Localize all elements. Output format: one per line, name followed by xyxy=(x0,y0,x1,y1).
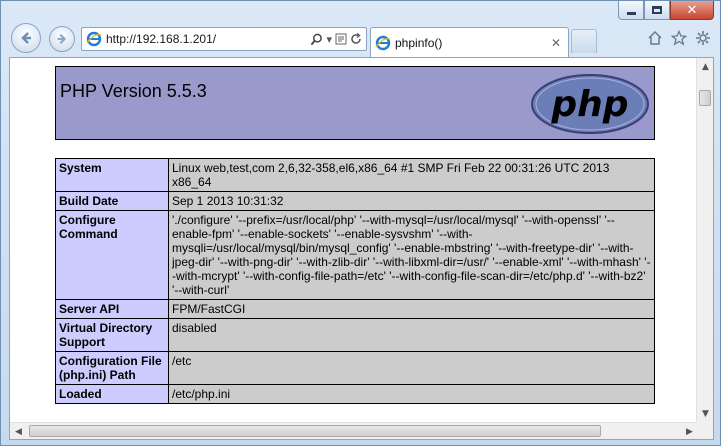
row-value: disabled xyxy=(168,318,655,352)
refresh-icon[interactable] xyxy=(350,33,362,45)
vertical-scrollbar[interactable]: ▲ ▼ xyxy=(696,58,713,422)
ie-tab-icon xyxy=(375,35,391,50)
table-row: Virtual Directory Support disabled xyxy=(55,318,655,352)
row-label: Loaded xyxy=(55,384,169,404)
table-row: Configure Command './configure' '--prefix… xyxy=(55,210,655,300)
row-value: './configure' '--prefix=/usr/local/php' … xyxy=(168,210,655,300)
address-url[interactable]: http://192.168.1.201/ xyxy=(106,32,310,46)
dropdown-arrow-icon[interactable]: ▾ xyxy=(326,34,332,45)
compatibility-view-icon[interactable] xyxy=(335,33,347,45)
table-row: Server API FPM/FastCGI xyxy=(55,299,655,319)
row-label: Configure Command xyxy=(55,210,169,300)
page-title: PHP Version 5.5.3 xyxy=(60,81,207,101)
window-caption-buttons: ✕ xyxy=(618,1,714,20)
back-arrow-icon xyxy=(21,32,31,44)
back-button[interactable] xyxy=(11,23,41,53)
row-value: /etc/php.ini xyxy=(168,384,655,404)
home-button[interactable] xyxy=(646,29,664,47)
row-label: System xyxy=(55,158,169,192)
star-icon xyxy=(671,30,687,46)
minimize-icon xyxy=(626,11,636,15)
vertical-scroll-thumb[interactable] xyxy=(699,90,711,106)
browser-toolbar-right xyxy=(646,29,712,47)
table-row: Build Date Sep 1 2013 10:31:32 xyxy=(55,191,655,211)
row-label: Server API xyxy=(55,299,169,319)
scroll-up-arrow[interactable]: ▲ xyxy=(697,58,713,75)
table-row: Loaded/etc/php.ini xyxy=(55,384,655,404)
scroll-left-arrow[interactable]: ◀ xyxy=(10,423,27,439)
gear-icon xyxy=(696,31,710,45)
phpinfo-page: PHP Version 5.5.3 php System Linux web,te… xyxy=(10,58,698,422)
row-label: Build Date xyxy=(55,191,169,211)
php-version-header: PHP Version 5.5.3 php xyxy=(55,66,655,140)
scroll-down-arrow[interactable]: ▼ xyxy=(697,405,713,422)
row-value: Linux web,test,com 2,6,32-358,el6,x86_64… xyxy=(168,158,655,192)
favorites-button[interactable] xyxy=(670,29,688,47)
maximize-icon xyxy=(652,6,662,14)
horizontal-scroll-thumb[interactable] xyxy=(29,425,601,437)
table-row: Configuration File (php.ini) Path/etc xyxy=(55,351,655,385)
scrollbar-corner xyxy=(696,422,713,439)
home-icon xyxy=(648,30,662,45)
php-logo: php xyxy=(531,74,649,134)
row-value: /etc xyxy=(168,351,655,385)
browser-window: ✕ http://192.168.1.201/ ▾ phpinfo() ✕ PH… xyxy=(0,0,721,446)
maximize-button[interactable] xyxy=(644,1,670,20)
table-row: System Linux web,test,com 2,6,32-358,el6,… xyxy=(55,158,655,192)
address-tools: ▾ xyxy=(310,33,366,46)
tools-button[interactable] xyxy=(694,29,712,47)
tab-title: phpinfo() xyxy=(395,35,443,50)
tab-close-icon[interactable]: ✕ xyxy=(548,36,564,50)
forward-arrow-icon xyxy=(57,33,67,45)
navigation-bar: http://192.168.1.201/ ▾ phpinfo() ✕ xyxy=(9,21,714,57)
close-icon: ✕ xyxy=(686,2,698,18)
row-value: FPM/FastCGI xyxy=(168,299,655,319)
tab-phpinfo[interactable]: phpinfo() ✕ xyxy=(370,27,569,57)
svg-text:php: php xyxy=(550,84,628,125)
row-value: Sep 1 2013 10:31:32 xyxy=(168,191,655,211)
forward-button[interactable] xyxy=(49,26,75,52)
search-icon[interactable] xyxy=(310,33,323,46)
horizontal-scrollbar[interactable]: ◀ ▶ xyxy=(10,422,698,439)
row-label: Configuration File (php.ini) Path xyxy=(55,351,169,385)
address-bar[interactable]: http://192.168.1.201/ ▾ xyxy=(81,27,367,51)
new-tab-button[interactable] xyxy=(571,29,597,53)
close-window-button[interactable]: ✕ xyxy=(670,1,714,20)
row-label: Virtual Directory Support xyxy=(55,318,169,352)
page-viewport: PHP Version 5.5.3 php System Linux web,te… xyxy=(9,57,714,440)
php-info-table: System Linux web,test,com 2,6,32-358,el6,… xyxy=(55,158,655,404)
ie-page-icon xyxy=(86,31,102,47)
minimize-button[interactable] xyxy=(618,1,644,20)
